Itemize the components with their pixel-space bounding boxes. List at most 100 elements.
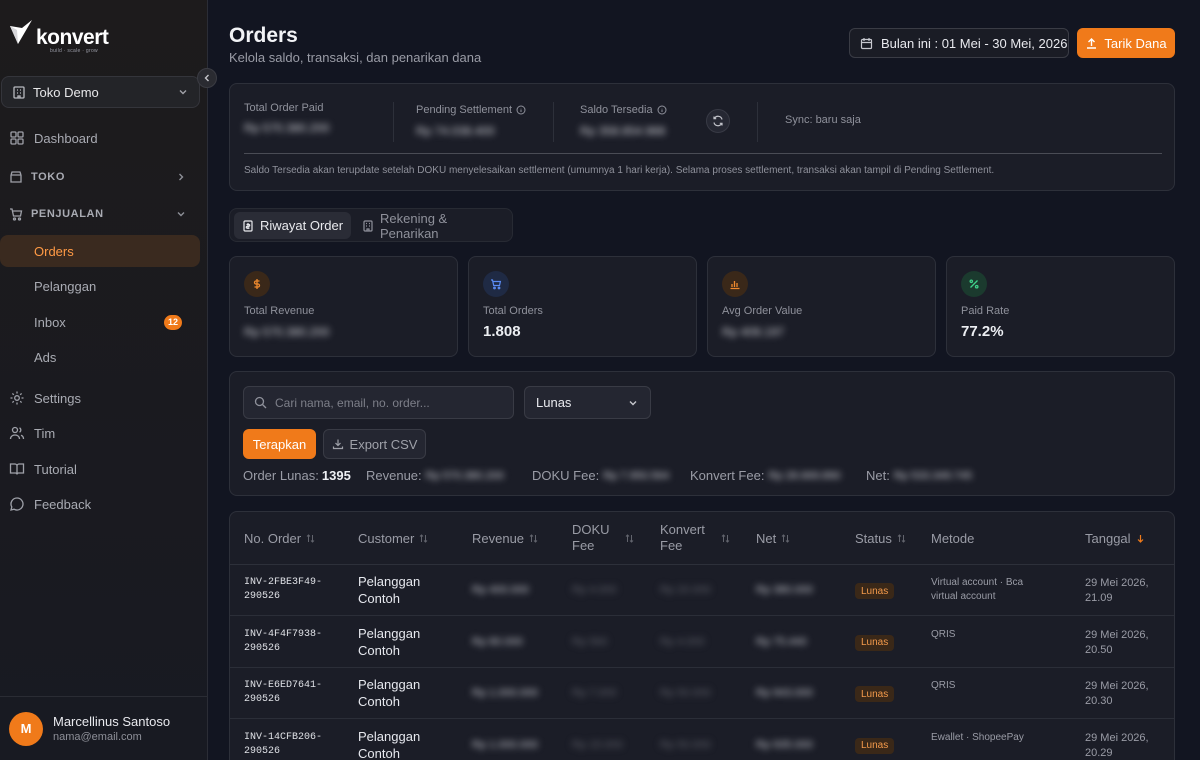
col-header-date[interactable]: Tanggal: [1085, 512, 1145, 564]
doku-fee-value: Rp 4.000: [572, 584, 617, 596]
doku-fee-value: Rp 7.000: [572, 687, 617, 699]
nav-section-toko[interactable]: TOKO: [0, 161, 200, 193]
konvert-fee-value: Rp 4.000: [660, 635, 705, 648]
search-icon: [254, 396, 267, 409]
col-header-konvert-fee[interactable]: Konvert Fee: [660, 512, 730, 564]
page-subtitle: Kelola saldo, transaksi, dan penarikan d…: [229, 50, 482, 65]
chevron-down-icon: [177, 86, 189, 98]
payment-method: QRIS: [931, 628, 956, 640]
export-csv-button[interactable]: Export CSV: [323, 429, 426, 459]
nav-tutorial-label: Tutorial: [34, 461, 77, 477]
customer-name: Pelanggan Contoh: [358, 728, 421, 760]
col-header-revenue[interactable]: Revenue: [472, 512, 538, 564]
order-number[interactable]: INV-4F4F7938- 290526: [244, 628, 334, 656]
sort-icon: [529, 533, 538, 543]
store-selector[interactable]: Toko Demo: [1, 76, 200, 108]
user-email: nama@email.com: [53, 731, 142, 743]
stat-label: Total Orders: [483, 305, 543, 317]
payment-method: Ewallet · ShopeePay: [931, 731, 1024, 743]
col-header-status[interactable]: Status: [855, 512, 906, 564]
col-header-customer[interactable]: Customer: [358, 512, 428, 564]
tab-rekening-penarikan[interactable]: Rekening & Penarikan: [354, 211, 512, 241]
table-row[interactable]: INV-4F4F7938- 290526 Pelanggan Contoh Rp 80.…: [230, 617, 1174, 668]
available-balance-value: Rp 358.854.988: [580, 124, 666, 138]
inbox-count-badge: 12: [164, 314, 182, 330]
user-profile[interactable]: M Marcellinus Santoso nama@email.com: [0, 696, 208, 760]
nav-pelanggan[interactable]: Pelanggan: [0, 270, 200, 302]
nav-settings[interactable]: Settings: [0, 382, 200, 414]
nav-inbox[interactable]: Inbox 12: [0, 306, 200, 338]
stat-value: 1.808: [483, 323, 521, 340]
withdraw-button[interactable]: Tarik Dana: [1077, 28, 1175, 58]
nav-tim-label: Tim: [34, 425, 56, 441]
sidebar: konvert build · scale · grow Toko Demo D…: [0, 0, 208, 760]
net-value: Rp 380.000: [756, 584, 813, 596]
order-tabs: Riwayat Order Rekening & Penarikan: [229, 208, 513, 242]
customer-name: Pelanggan Contoh: [358, 677, 421, 709]
shop-icon: [9, 170, 23, 184]
doku-fee-value: Rp 560: [572, 635, 608, 648]
nav-feedback-label: Feedback: [34, 496, 92, 512]
konvert-fee-value: Rp 50.000: [660, 738, 711, 751]
dollar-icon: [244, 271, 270, 297]
chevron-left-icon: [204, 74, 209, 82]
nav-dashboard[interactable]: Dashboard: [0, 122, 200, 154]
withdraw-label: Tarik Dana: [1104, 35, 1167, 51]
order-date: 29 Mei 2026, 21.09: [1085, 577, 1149, 604]
order-number[interactable]: INV-2FBE3F49- 290526: [244, 576, 334, 604]
table-row[interactable]: INV-E6ED7641- 290526 Pelanggan Contoh Rp 1.0…: [230, 668, 1174, 719]
date-range-picker[interactable]: Bulan ini : 01 Mei - 30 Mei, 2026: [849, 28, 1069, 58]
tab-riwayat-order[interactable]: Riwayat Order: [234, 212, 352, 239]
apply-filter-button[interactable]: Terapkan: [243, 429, 316, 459]
logo[interactable]: konvert build · scale · grow: [8, 18, 109, 54]
nav-tutorial[interactable]: Tutorial: [0, 453, 200, 485]
nav-tim[interactable]: Tim: [0, 417, 200, 449]
user-name: Marcellinus Santoso: [53, 714, 171, 729]
nav-inbox-label: Inbox: [34, 314, 66, 330]
stat-value: Rp 570.380.200: [244, 325, 330, 339]
order-date: 29 Mei 2026, 20.29: [1085, 731, 1149, 759]
order-date: 29 Mei 2026, 20.50: [1085, 628, 1149, 656]
status-badge: Lunas: [855, 737, 895, 754]
cart-icon: [483, 271, 509, 297]
info-icon[interactable]: [516, 105, 526, 115]
doku-fee-value: Rp 15.000: [572, 738, 623, 751]
revenue-value: Rp 400.000: [472, 584, 529, 596]
pending-settlement-label: Pending Settlement: [416, 104, 526, 116]
search-input[interactable]: [275, 395, 505, 410]
sort-icon: [781, 533, 790, 543]
sidebar-collapse-button[interactable]: [197, 68, 217, 88]
stat-label: Total Revenue: [244, 305, 315, 317]
status-badge: Lunas: [855, 634, 895, 651]
nav-feedback[interactable]: Feedback: [0, 488, 200, 520]
stat-label: Avg Order Value: [722, 305, 803, 317]
cart-icon: [9, 207, 23, 221]
stat-label: Paid Rate: [961, 305, 1010, 317]
order-number[interactable]: INV-E6ED7641- 290526: [244, 679, 334, 707]
order-date: 29 Mei 2026, 20.30: [1085, 680, 1149, 707]
col-header-doku-fee[interactable]: DOKU Fee: [572, 512, 634, 564]
refresh-button[interactable]: [706, 109, 730, 133]
nav-orders[interactable]: Orders: [0, 235, 200, 267]
nav-section-penjualan[interactable]: PENJUALAN: [0, 198, 200, 230]
main-content: Orders Kelola saldo, transaksi, dan pena…: [208, 0, 1200, 760]
balance-summary-card: Total Order Paid Rp 570.380.200 Pending …: [229, 83, 1175, 191]
nav-dashboard-label: Dashboard: [34, 130, 98, 146]
available-balance-label: Saldo Tersedia: [580, 104, 667, 116]
order-number[interactable]: INV-14CFB206- 290526: [244, 731, 334, 759]
nav-ads-label: Ads: [34, 349, 57, 365]
summary-konvert-fee: Konvert Fee: Rp 28.669.890: [690, 468, 841, 483]
upload-icon: [1085, 37, 1098, 50]
info-icon[interactable]: [657, 105, 667, 115]
col-header-net[interactable]: Net: [756, 512, 790, 564]
table-row[interactable]: INV-2FBE3F49- 290526 Pelanggan Contoh Rp 400…: [230, 565, 1174, 616]
table-row[interactable]: INV-14CFB206- 290526 Pelanggan Contoh Rp 1.0…: [230, 720, 1174, 760]
col-header-order[interactable]: No. Order: [244, 512, 315, 564]
avatar: M: [9, 711, 43, 746]
book-icon: [9, 461, 25, 477]
status-badge: Lunas: [855, 686, 895, 702]
store-icon: [12, 85, 26, 99]
brand-tagline: build · scale · grow: [50, 48, 98, 54]
status-filter-select[interactable]: Lunas: [524, 386, 651, 419]
nav-ads[interactable]: Ads: [0, 341, 200, 373]
